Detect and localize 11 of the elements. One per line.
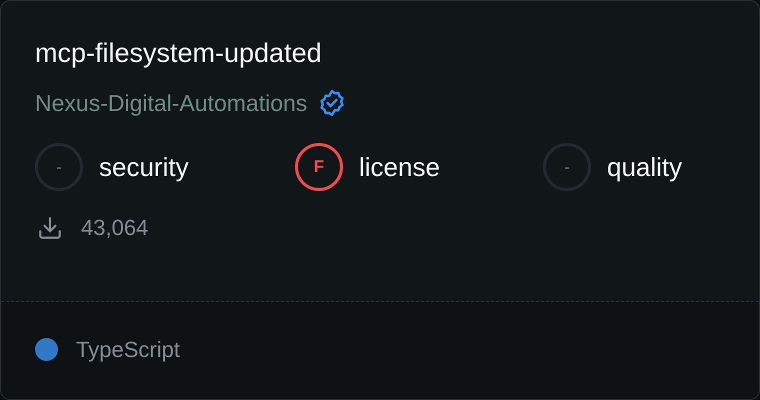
download-icon xyxy=(37,215,63,241)
grade-badge: - xyxy=(543,143,591,191)
package-title: mcp-filesystem-updated xyxy=(35,37,323,70)
score-label: security xyxy=(99,152,189,182)
author-name: Nexus-Digital-Automations xyxy=(35,89,308,118)
score-label: license xyxy=(359,152,440,182)
language-name: TypeScript xyxy=(76,336,180,362)
grade-badge: - xyxy=(35,143,83,191)
score-label: quality xyxy=(607,152,682,182)
download-count: 43,064 xyxy=(81,215,148,241)
grade-badge: F xyxy=(295,143,343,191)
